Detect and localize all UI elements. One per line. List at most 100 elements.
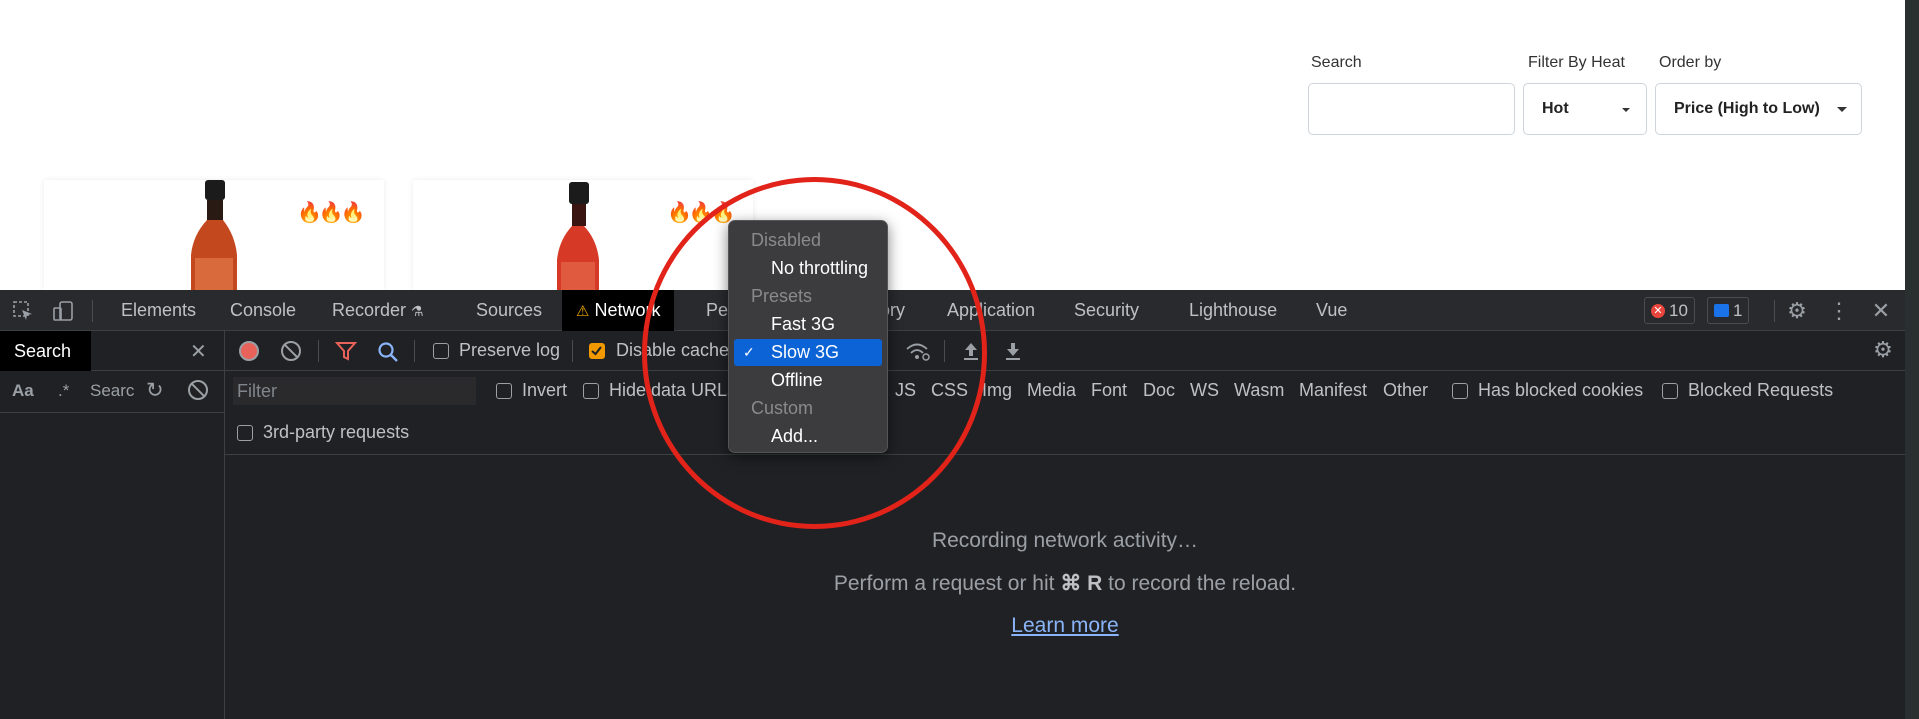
preserve-log-checkbox[interactable] — [433, 343, 449, 359]
filter-type-css[interactable]: CSS — [931, 380, 968, 401]
refresh-icon[interactable]: ↻ — [146, 378, 164, 403]
filter-type-media[interactable]: Media — [1027, 380, 1076, 401]
menu-header-presets: Presets — [751, 286, 813, 306]
search-icon[interactable] — [377, 341, 399, 363]
order-by-value: Price (High to Low) — [1674, 100, 1820, 117]
devtools-panel: Elements Console Recorder ⚗ Sources ⚠ Ne… — [0, 290, 1905, 719]
search-sidebar-toolbar: Aa .* Search ↻ — [0, 371, 224, 413]
tab-network[interactable]: ⚠ Network — [562, 290, 675, 331]
divider — [944, 340, 945, 362]
error-count-badge[interactable]: ✕ 10 — [1644, 297, 1695, 324]
filter-type-js[interactable]: JS — [895, 380, 916, 401]
match-case-toggle[interactable]: Aa — [12, 381, 34, 401]
has-blocked-cookies-checkbox[interactable] — [1452, 383, 1468, 399]
menu-header-disabled: Disabled — [751, 230, 822, 250]
filter-type-other[interactable]: Other — [1383, 380, 1428, 401]
network-toolbar: Preserve log Disable cache ⚙ — [225, 331, 1905, 371]
hide-data-urls-checkbox[interactable] — [583, 383, 599, 399]
product-card[interactable]: 🔥🔥🔥 — [44, 180, 384, 290]
chevron-down-icon — [1622, 108, 1630, 112]
invert-label: Invert — [522, 380, 568, 400]
reload-hint-text: Perform a request or hit ⌘ R to record t… — [833, 572, 1297, 595]
tab-security[interactable]: Security — [1074, 290, 1139, 331]
divider — [572, 340, 573, 362]
close-search-icon[interactable]: ✕ — [190, 339, 207, 364]
inspect-element-icon[interactable] — [12, 300, 34, 322]
clear-search-icon[interactable] — [188, 380, 208, 400]
order-by-label: Order by — [1659, 54, 1722, 71]
more-options-icon[interactable]: ⋮ — [1827, 298, 1851, 323]
record-button[interactable] — [239, 341, 259, 361]
hot-sauce-bottle-image — [557, 182, 599, 292]
menu-item-fast-3g[interactable]: Fast 3G — [729, 311, 887, 338]
blocked-requests-checkbox[interactable] — [1662, 383, 1678, 399]
recording-status-text: Recording network activity… — [931, 529, 1199, 552]
tab-performance[interactable]: Pe — [706, 290, 728, 331]
network-settings-gear-icon[interactable]: ⚙ — [1871, 337, 1895, 362]
tab-console[interactable]: Console — [230, 290, 296, 331]
warning-icon: ⚠ — [576, 303, 590, 320]
regex-toggle[interactable]: .* — [58, 381, 69, 401]
menu-item-add-custom[interactable]: Add... — [729, 423, 887, 450]
tab-lighthouse[interactable]: Lighthouse — [1189, 290, 1277, 331]
filter-type-wasm[interactable]: Wasm — [1234, 380, 1284, 401]
sidebar-search-input[interactable]: Search — [90, 381, 134, 401]
clear-log-icon[interactable] — [281, 341, 301, 361]
import-har-icon[interactable] — [962, 340, 980, 362]
heat-filter-value: Hot — [1542, 100, 1569, 117]
divider — [318, 340, 319, 362]
heat-rating-flames: 🔥🔥🔥 — [297, 202, 366, 224]
divider — [92, 300, 93, 322]
flask-icon: ⚗ — [411, 303, 424, 319]
heat-filter-select[interactable]: Hot — [1523, 83, 1647, 135]
chevron-down-icon — [1837, 107, 1847, 112]
filter-type-font[interactable]: Font — [1091, 380, 1127, 401]
tab-sources[interactable]: Sources — [476, 290, 542, 331]
search-sidebar-header: Search ✕ — [0, 331, 224, 371]
hot-sauce-bottle-image — [191, 180, 237, 290]
menu-item-no-throttling[interactable]: No throttling — [729, 255, 887, 282]
filter-type-img[interactable]: Img — [982, 380, 1012, 401]
device-toolbar-icon[interactable] — [52, 300, 74, 322]
disable-cache-checkbox[interactable] — [589, 343, 605, 359]
reload-shortcut: ⌘ R — [1060, 572, 1103, 595]
network-conditions-icon[interactable] — [905, 340, 931, 362]
divider — [1774, 300, 1775, 322]
third-party-requests-label: 3rd-party requests — [263, 422, 410, 442]
search-input[interactable] — [1308, 83, 1515, 135]
learn-more-link: Learn more — [1011, 614, 1119, 637]
window-edge — [1905, 0, 1919, 719]
tab-vue[interactable]: Vue — [1316, 290, 1347, 331]
checkmark-icon: ✓ — [743, 344, 755, 360]
filter-type-manifest[interactable]: Manifest — [1299, 380, 1367, 401]
menu-item-offline[interactable]: Offline — [729, 367, 887, 394]
filter-input[interactable]: Filter — [233, 377, 476, 405]
product-card[interactable]: 🔥🔥🔥 — [413, 180, 753, 292]
close-devtools-icon[interactable]: ✕ — [1869, 298, 1893, 323]
search-sidebar: Search ✕ Aa .* Search ↻ — [0, 331, 225, 719]
has-blocked-cookies-label: Has blocked cookies — [1478, 380, 1644, 400]
network-filter-bar: Filter Invert Hide data URLs JS CSS Img … — [225, 371, 1905, 455]
order-by-select[interactable]: Price (High to Low) — [1655, 83, 1862, 135]
filter-type-ws[interactable]: WS — [1190, 380, 1219, 401]
divider — [414, 340, 415, 362]
error-icon: ✕ — [1651, 303, 1665, 318]
heat-rating-flames: 🔥🔥🔥 — [667, 202, 736, 224]
tab-application[interactable]: Application — [947, 290, 1035, 331]
message-count-badge[interactable]: 1 — [1707, 297, 1750, 324]
export-har-icon[interactable] — [1004, 340, 1022, 362]
third-party-requests-checkbox[interactable] — [237, 425, 253, 441]
invert-checkbox[interactable] — [496, 383, 512, 399]
throttling-dropdown-menu: Disabled No throttling Presets Fast 3G ✓… — [728, 220, 888, 453]
tab-recorder[interactable]: Recorder ⚗ — [332, 290, 424, 331]
menu-header-custom: Custom — [751, 398, 814, 418]
search-tab[interactable]: Search — [0, 331, 91, 371]
filter-icon[interactable] — [335, 341, 357, 361]
message-icon — [1714, 304, 1729, 317]
search-label: Search — [1311, 54, 1362, 71]
disable-cache-label: Disable cache — [616, 340, 730, 360]
menu-item-slow-3g[interactable]: ✓ Slow 3G — [734, 339, 882, 366]
tab-elements[interactable]: Elements — [121, 290, 196, 331]
settings-gear-icon[interactable]: ⚙ — [1785, 298, 1809, 323]
filter-type-doc[interactable]: Doc — [1143, 380, 1175, 401]
